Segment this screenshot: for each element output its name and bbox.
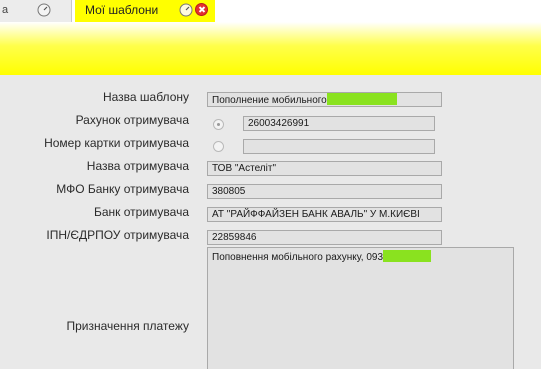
account-value: 26003426991 bbox=[248, 118, 310, 129]
redaction-mark bbox=[326, 93, 397, 105]
header-banner bbox=[0, 22, 541, 75]
mfo-value: 380805 bbox=[212, 186, 246, 197]
card-radio[interactable] bbox=[213, 141, 224, 152]
recipient-name-label: Назва отримувача bbox=[86, 159, 189, 173]
card-field[interactable] bbox=[243, 139, 435, 154]
account-label: Рахунок отримувача bbox=[75, 113, 189, 127]
close-tab-icon[interactable] bbox=[195, 3, 208, 16]
card-label: Номер картки отримувача bbox=[44, 136, 189, 150]
bank-label: Банк отримувача bbox=[93, 205, 189, 219]
recipient-name-field[interactable]: ТОВ "Астеліт" bbox=[207, 161, 442, 176]
account-radio[interactable] bbox=[213, 119, 224, 130]
mfo-field[interactable]: 380805 bbox=[207, 184, 442, 199]
purpose-value: Поповнення мобільного рахунку, 093 bbox=[212, 252, 384, 263]
recipient-name-value: ТОВ "Астеліт" bbox=[212, 163, 276, 174]
redaction-mark bbox=[383, 250, 432, 262]
template-name-field[interactable]: Пополнение мобильного bbox=[207, 92, 442, 107]
template-name-value: Пополнение мобильного bbox=[212, 95, 327, 106]
tab-bar: а Мої шаблони bbox=[0, 0, 541, 22]
tax-id-field[interactable]: 22859846 bbox=[207, 230, 442, 245]
tab-previous-label: а bbox=[2, 4, 9, 16]
tax-id-value: 22859846 bbox=[212, 232, 257, 243]
purpose-label: Призначення платежу bbox=[66, 319, 189, 333]
purpose-textarea[interactable]: Поповнення мобільного рахунку, 093 bbox=[207, 247, 514, 369]
clock-icon[interactable] bbox=[179, 3, 193, 22]
tab-my-templates[interactable]: Мої шаблони bbox=[75, 0, 215, 22]
tab-previous[interactable]: а bbox=[0, 0, 72, 22]
tax-id-label: ІПН/ЄДРПОУ отримувача bbox=[46, 228, 189, 242]
bank-field[interactable]: АТ "РАЙФФАЙЗЕН БАНК АВАЛЬ" У М.КИЄВІ bbox=[207, 207, 442, 222]
tab-my-templates-label: Мої шаблони bbox=[85, 3, 159, 17]
mfo-label: МФО Банку отримувача bbox=[56, 182, 189, 196]
account-field[interactable]: 26003426991 bbox=[243, 116, 435, 131]
bank-value: АТ "РАЙФФАЙЗЕН БАНК АВАЛЬ" У М.КИЄВІ bbox=[212, 209, 420, 220]
clock-icon[interactable] bbox=[37, 3, 51, 22]
template-name-label: Назва шаблону bbox=[102, 90, 189, 104]
